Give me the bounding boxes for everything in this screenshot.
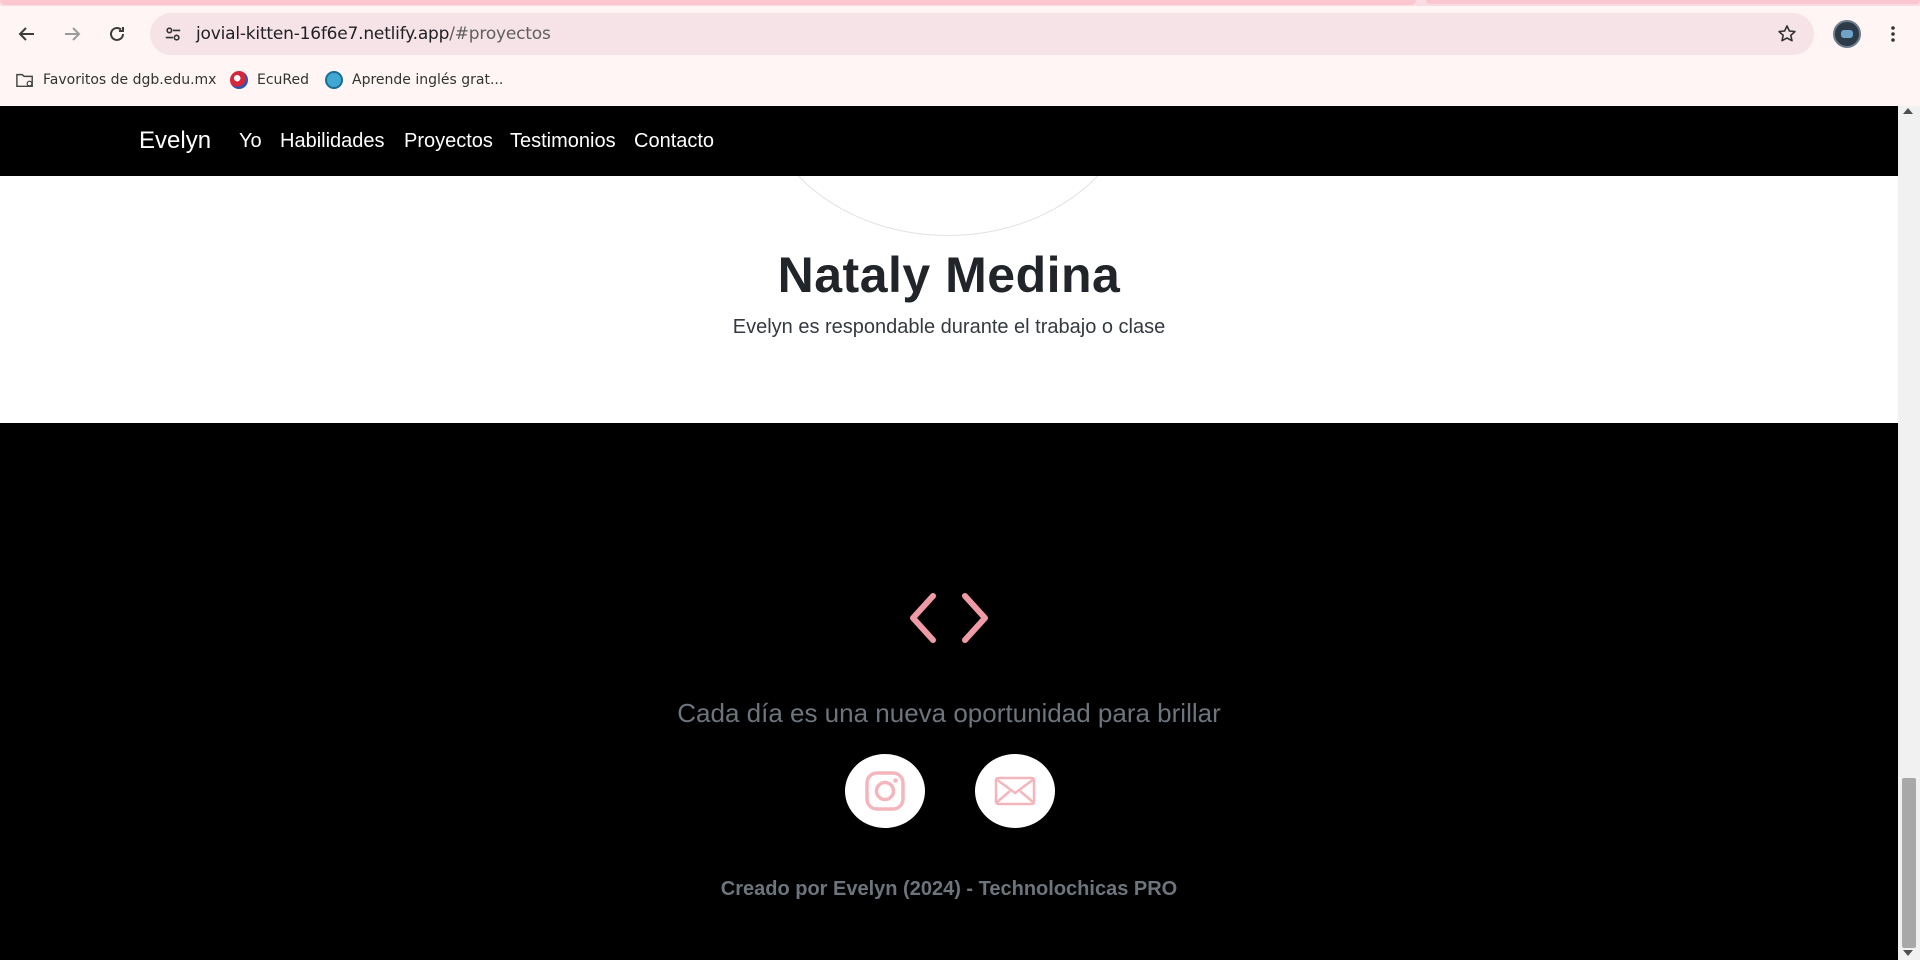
bookmark-label: Favoritos de dgb.edu.mx — [43, 72, 217, 88]
site-info-icon[interactable] — [160, 21, 186, 47]
arrow-right-icon — [65, 27, 81, 41]
reload-button[interactable] — [100, 17, 134, 51]
site-navbar: Evelyn Yo Habilidades Proyectos Testimon… — [0, 106, 1898, 176]
browser-menu-icon[interactable] — [1880, 17, 1906, 51]
testimonial-text: Evelyn es respondable durante el trabajo… — [732, 316, 1166, 338]
page-scrollbar[interactable] — [1898, 106, 1920, 960]
bookmark-star-icon[interactable] — [1774, 21, 1800, 47]
url-text[interactable]: jovial-kitten-16f6e7.netlify.app/#proyec… — [196, 13, 551, 55]
folder-icon — [16, 71, 34, 89]
instagram-button[interactable] — [845, 754, 925, 828]
nav-link-proyectos[interactable]: Proyectos — [404, 106, 493, 176]
profile-avatar[interactable] — [1833, 20, 1861, 48]
globe-icon — [325, 71, 343, 89]
envelope-icon — [994, 776, 1036, 806]
nav-link-yo[interactable]: Yo — [239, 106, 262, 176]
bookmark-dgb[interactable]: Favoritos de dgb.edu.mx — [16, 68, 216, 92]
scroll-down-arrow-icon[interactable] — [1903, 950, 1913, 956]
email-button[interactable] — [975, 754, 1055, 828]
arrow-left-icon — [18, 27, 34, 41]
testimonial-section: Nataly Medina Evelyn es respondable dura… — [0, 176, 1898, 423]
footer-credits: Creado por Evelyn (2024) - Technolochica… — [720, 878, 1178, 900]
bookmark-label: Aprende inglés grat... — [352, 72, 504, 88]
footer: Cada día es una nueva oportunidad para b… — [0, 423, 1898, 960]
bookmark-ecured[interactable]: EcuRed — [230, 68, 309, 92]
testimonial-avatar — [758, 176, 1138, 236]
tab-strip — [0, 0, 1920, 6]
bookmark-aprende-ingles[interactable]: Aprende inglés grat... — [325, 68, 503, 92]
footer-quote: Cada día es una nueva oportunidad para b… — [677, 698, 1221, 728]
forward-button[interactable] — [55, 17, 89, 51]
scrollbar-thumb[interactable] — [1902, 778, 1916, 948]
url-host: jovial-kitten-16f6e7.netlify.app — [196, 24, 450, 44]
bookmark-label: EcuRed — [257, 72, 310, 88]
page-viewport: Evelyn Yo Habilidades Proyectos Testimon… — [0, 106, 1920, 960]
url-path: /#proyectos — [449, 24, 551, 44]
testimonial-name: Nataly Medina — [777, 247, 1121, 303]
active-tab[interactable] — [0, 0, 1416, 5]
scroll-up-arrow-icon[interactable] — [1903, 108, 1913, 114]
inactive-tab[interactable] — [1426, 0, 1920, 4]
browser-chrome: jovial-kitten-16f6e7.netlify.app/#proyec… — [0, 0, 1920, 106]
nav-link-contacto[interactable]: Contacto — [634, 106, 714, 176]
bookmarks-bar: Favoritos de dgb.edu.mx EcuRed Aprende i… — [0, 64, 1920, 96]
address-bar[interactable]: jovial-kitten-16f6e7.netlify.app/#proyec… — [150, 13, 1814, 55]
navbar-brand[interactable]: Evelyn — [139, 106, 211, 176]
nav-link-testimonios[interactable]: Testimonios — [510, 106, 616, 176]
instagram-icon — [865, 771, 905, 811]
back-button[interactable] — [10, 17, 44, 51]
code-icon — [905, 588, 993, 648]
reload-icon — [110, 26, 124, 41]
ecured-icon — [230, 71, 248, 89]
nav-link-habilidades[interactable]: Habilidades — [280, 106, 385, 176]
